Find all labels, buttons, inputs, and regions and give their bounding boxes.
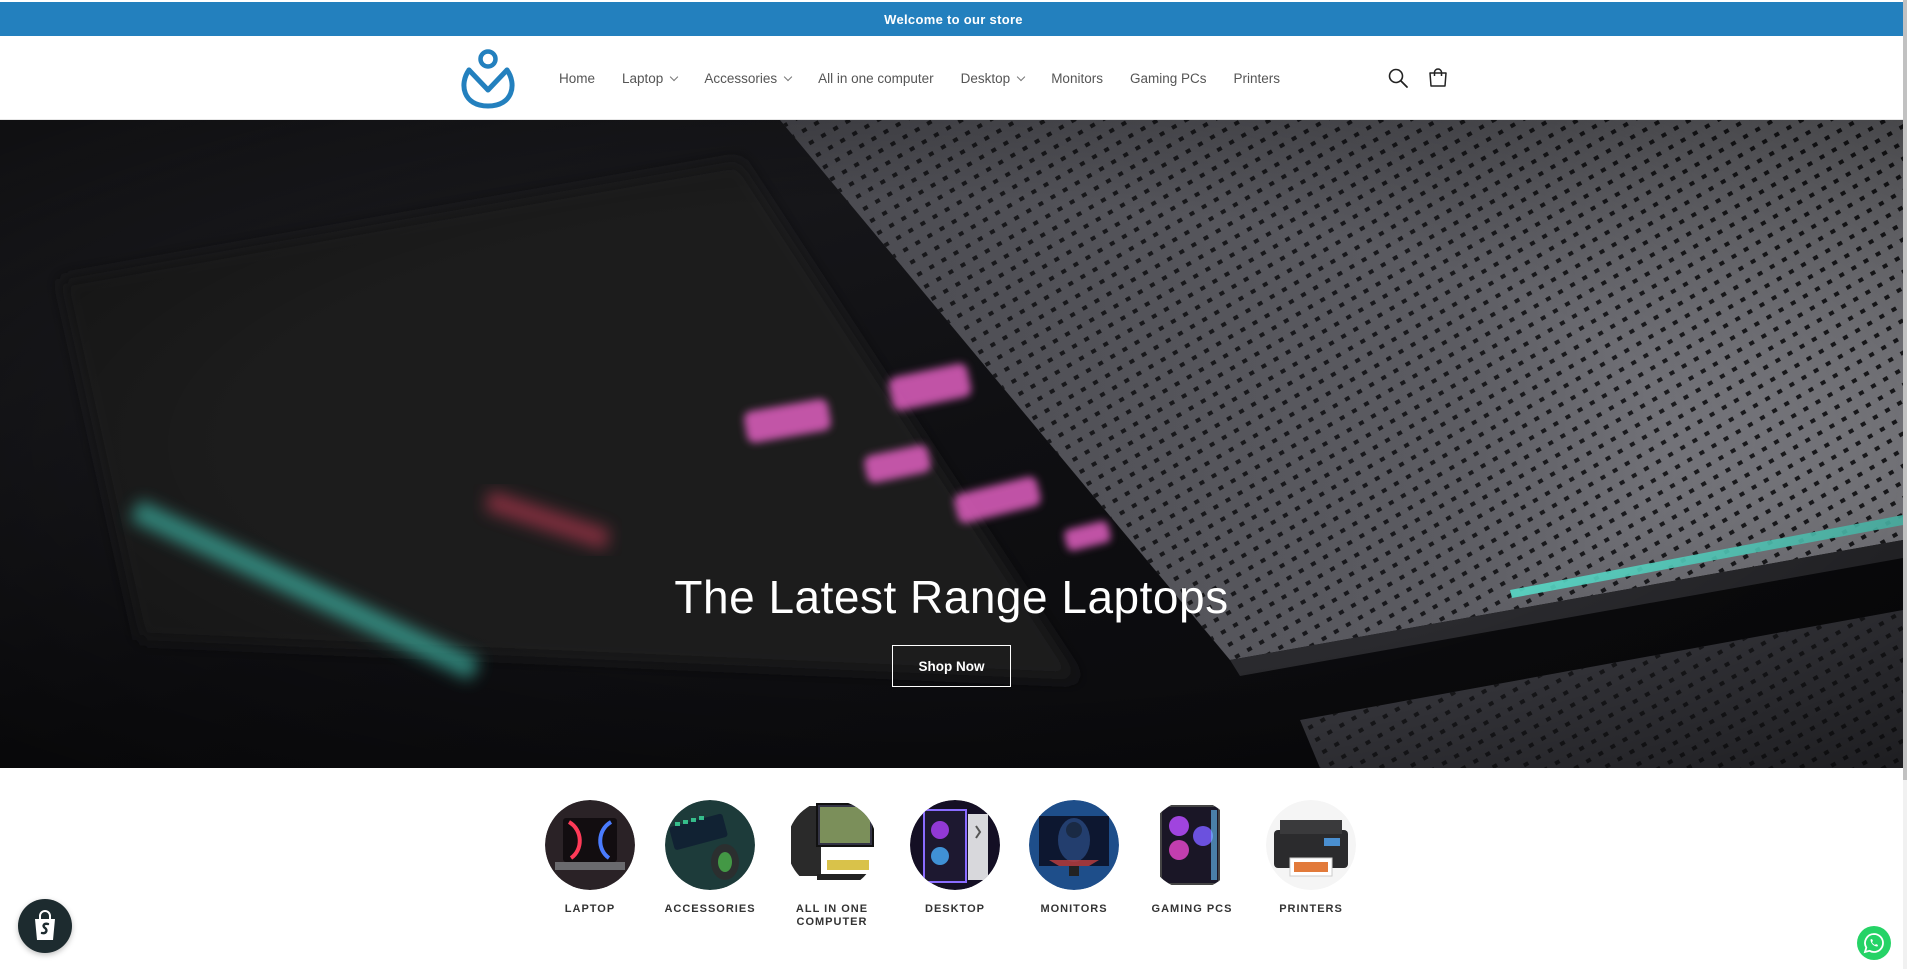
category-accessories[interactable]: ACCESSORIES <box>655 800 765 916</box>
category-label: PRINTERS <box>1279 903 1343 915</box>
hero-title: The Latest Range Laptops <box>674 571 1229 623</box>
nav-item-laptop[interactable]: Laptop <box>622 71 679 86</box>
category-all-in-one[interactable]: ALL IN ONE COMPUTER <box>777 800 887 929</box>
category-label: GAMING PCS <box>1151 903 1233 915</box>
announcement-bar: Welcome to our store <box>0 0 1907 36</box>
shop-now-button[interactable]: Shop Now <box>892 645 1011 687</box>
category-label: ALL IN ONE COMPUTER <box>795 903 869 928</box>
chevron-down-icon <box>783 72 793 81</box>
all-in-one-category-image <box>787 800 877 890</box>
category-desktop[interactable]: DESKTOP <box>900 800 1010 916</box>
page-scrollbar[interactable] <box>1903 0 1907 969</box>
category-printers[interactable]: PRINTERS <box>1256 800 1366 916</box>
hero-banner: The Latest Range Laptops Shop Now <box>0 120 1903 768</box>
category-laptop[interactable]: LAPTOP <box>535 800 645 916</box>
shopify-badge[interactable] <box>18 899 72 953</box>
category-label: MONITORS <box>1040 903 1108 915</box>
search-icon[interactable] <box>1386 66 1410 90</box>
whatsapp-button[interactable] <box>1857 926 1891 960</box>
nav-item-desktop[interactable]: Desktop <box>961 71 1026 86</box>
nav-item-accessories[interactable]: Accessories <box>704 71 793 86</box>
chevron-down-icon <box>1016 72 1026 81</box>
category-label: DESKTOP <box>925 903 985 915</box>
whatsapp-icon <box>1863 933 1884 954</box>
gaming-pcs-category-image <box>1147 800 1237 890</box>
desktop-category-image <box>910 800 1000 890</box>
category-label: LAPTOP <box>564 903 616 915</box>
chevron-down-icon <box>670 72 679 81</box>
laptop-category-image <box>545 800 635 890</box>
announcement-text: Welcome to our store <box>884 11 1023 27</box>
scrollbar-thumb[interactable] <box>1903 0 1907 780</box>
nav-item-gaming-pcs[interactable]: Gaming PCs <box>1130 71 1207 86</box>
category-gaming-pcs[interactable]: GAMING PCS <box>1137 800 1247 916</box>
main-nav: Home Laptop Accessories All in one compu… <box>559 36 1307 120</box>
cart-icon[interactable] <box>1426 66 1450 90</box>
nav-item-all-in-one[interactable]: All in one computer <box>818 71 934 86</box>
store-logo-icon[interactable] <box>455 46 521 112</box>
shopify-bag-icon <box>35 910 55 940</box>
nav-item-home[interactable]: Home <box>559 71 595 86</box>
nav-item-monitors[interactable]: Monitors <box>1051 71 1103 86</box>
category-monitors[interactable]: MONITORS <box>1019 800 1129 916</box>
printers-category-image <box>1266 800 1356 890</box>
site-header: Home Laptop Accessories All in one compu… <box>0 36 1907 120</box>
accessories-category-image <box>665 800 755 890</box>
nav-item-printers[interactable]: Printers <box>1233 71 1280 86</box>
monitors-category-image <box>1029 800 1119 890</box>
category-label: ACCESSORIES <box>664 903 756 915</box>
category-list: LAPTOP ACCESSORIES ALL IN ONE COMPUTER D… <box>0 800 1903 969</box>
